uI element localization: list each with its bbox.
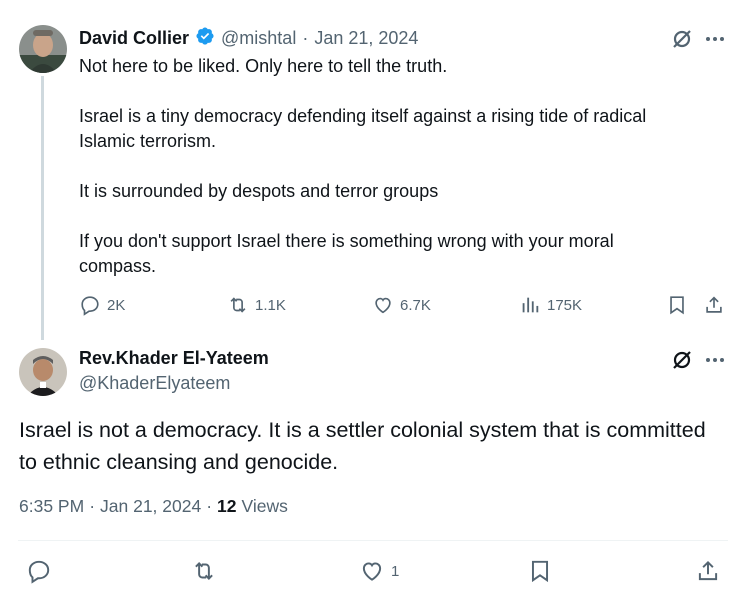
views-label: Views [241,496,288,516]
retweet-icon [227,294,249,316]
tweet-date[interactable]: Jan 21, 2024 [314,28,418,49]
avatar-image [19,348,67,396]
reply-author-name[interactable]: Rev.Khader El-Yateem [79,348,269,369]
bookmark-button[interactable] [666,294,688,316]
share-button[interactable] [703,294,725,316]
retweet-button[interactable]: 1.1K [227,294,286,316]
like-button[interactable]: 1 [359,558,399,584]
like-icon [372,294,394,316]
views-button[interactable]: 175K [519,294,582,316]
like-count: 1 [391,562,400,580]
avatar-image [19,25,67,73]
views-icon [519,294,541,316]
avatar-david-collier[interactable] [19,25,67,73]
share-icon [695,558,721,584]
reply-button[interactable]: 2K [79,294,125,316]
views-number: 12 [217,496,237,516]
more-icon[interactable] [703,27,727,56]
like-count: 6.7K [400,296,431,314]
like-icon [359,558,385,584]
like-button[interactable]: 6.7K [372,294,431,316]
divider [18,540,728,541]
bookmark-icon [666,294,688,316]
reply-button[interactable] [26,558,52,584]
bookmark-button[interactable] [527,558,553,584]
share-icon [703,294,725,316]
parent-tweet-header: David Collier @mishtal · Jan 21, 2024 [79,26,418,50]
author-name[interactable]: David Collier [79,28,189,49]
reply-icon [79,294,101,316]
more-icon[interactable] [703,348,727,377]
parent-tweet-text: Not here to be liked. Only here to tell … [79,56,647,276]
reply-author-handle[interactable]: @KhaderElyateem [79,373,230,394]
author-handle[interactable]: @mishtal [221,28,296,49]
bookmark-icon [527,558,553,584]
tweet-date[interactable]: Jan 21, 2024 [100,496,201,517]
meta-separator: · [89,496,96,516]
grok-icon[interactable] [670,348,694,377]
thread-connector-line [41,76,44,340]
reply-tweet-text: Israel is not a democracy. It is a settl… [19,418,706,474]
share-button[interactable] [695,558,721,584]
tweet-time[interactable]: 6:35 PM [19,496,84,517]
verified-badge-icon [195,26,215,51]
retweet-button[interactable] [191,558,217,584]
reply-count: 2K [107,296,126,314]
views-count: 175K [547,296,583,314]
avatar-khader-el-yateem[interactable] [19,348,67,396]
grok-icon[interactable] [670,27,694,56]
header-separator: · [302,27,309,48]
meta-separator: · [206,496,213,516]
retweet-count: 1.1K [255,296,286,314]
retweet-icon [191,558,217,584]
reply-icon [26,558,52,584]
reply-tweet-meta: 6:35 PM · Jan 21, 2024 · 12 Views [19,496,288,517]
